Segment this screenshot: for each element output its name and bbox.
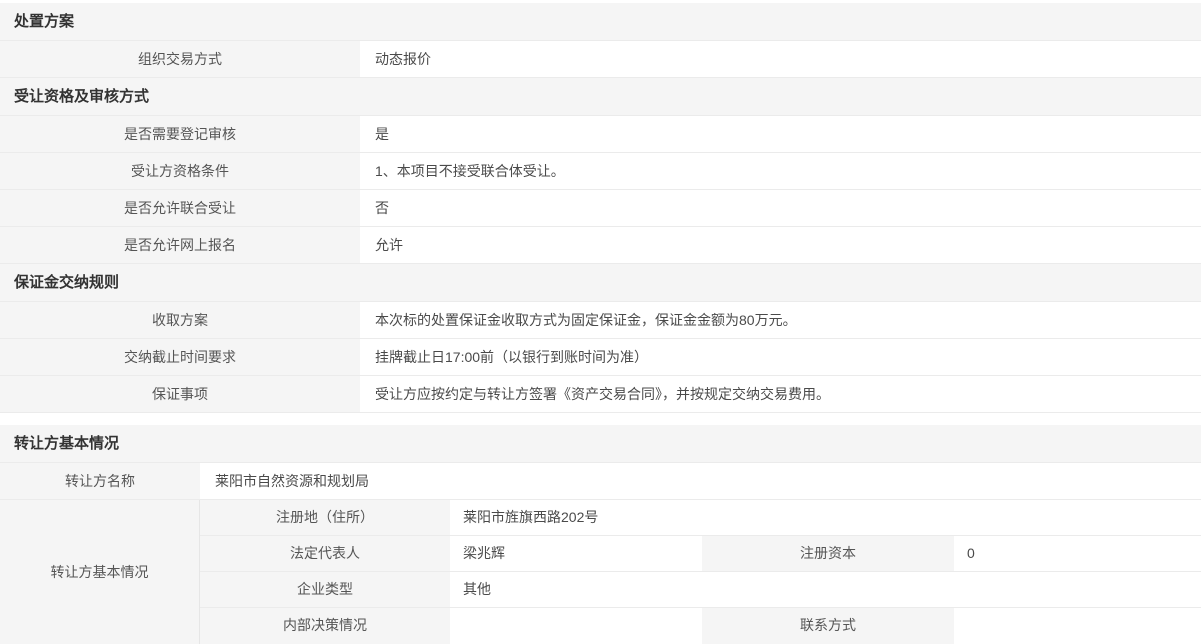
row-value-joint-transfer-allowed: 否 — [360, 190, 1201, 226]
row-label-collection-plan: 收取方案 — [0, 302, 360, 338]
group-label-transferor-basic-info: 转让方基本情况 — [0, 500, 200, 644]
row-label-enterprise-type: 企业类型 — [200, 572, 450, 607]
row-label-guarantee-matters: 保证事项 — [0, 376, 360, 412]
row-label-online-signup-allowed: 是否允许网上报名 — [0, 227, 360, 263]
table-row: 是否允许网上报名 允许 — [0, 227, 1201, 264]
transferor-info-table: 转让方基本情况 转让方名称 莱阳市自然资源和规划局 转让方基本情况 注册地（住所… — [0, 425, 1201, 644]
row-value-registered-capital: 0 — [954, 536, 1201, 571]
row-label-legal-representative: 法定代表人 — [200, 536, 450, 571]
row-value-transferee-qualification-conditions: 1、本项目不接受联合体受让。 — [360, 153, 1201, 189]
row-value-payment-deadline: 挂牌截止日17:00前（以银行到账时间为准） — [360, 339, 1201, 375]
row-value-guarantee-matters: 受让方应按约定与转让方签署《资产交易合同》，并按规定交纳交易费用。 — [360, 376, 1201, 412]
table-row: 内部决策情况 联系方式 — [200, 608, 1201, 644]
disposal-info-table: 处置方案 组织交易方式 动态报价 受让资格及审核方式 是否需要登记审核 是 受让… — [0, 3, 1201, 413]
row-value-collection-plan: 本次标的处置保证金收取方式为固定保证金，保证金金额为80万元。 — [360, 302, 1201, 338]
row-value-enterprise-type: 其他 — [450, 572, 1201, 607]
row-value-registration-review-required: 是 — [360, 116, 1201, 152]
row-label-internal-decision: 内部决策情况 — [200, 608, 450, 644]
row-label-payment-deadline: 交纳截止时间要求 — [0, 339, 360, 375]
table-row: 是否需要登记审核 是 — [0, 116, 1201, 153]
table-row: 保证事项 受让方应按约定与转让方签署《资产交易合同》，并按规定交纳交易费用。 — [0, 376, 1201, 413]
row-value-registered-address: 莱阳市旌旗西路202号 — [450, 500, 1201, 535]
transferor-detail-group: 转让方基本情况 注册地（住所） 莱阳市旌旗西路202号 法定代表人 梁兆辉 注册… — [0, 500, 1201, 644]
table-row: 收取方案 本次标的处置保证金收取方式为固定保证金，保证金金额为80万元。 — [0, 302, 1201, 339]
section-header-transferee-qualification: 受让资格及审核方式 — [0, 78, 1201, 116]
row-value-legal-representative: 梁兆辉 — [450, 536, 702, 571]
row-label-transferee-qualification-conditions: 受让方资格条件 — [0, 153, 360, 189]
table-row: 交纳截止时间要求 挂牌截止日17:00前（以银行到账时间为准） — [0, 339, 1201, 376]
row-label-organize-trade-method: 组织交易方式 — [0, 41, 360, 77]
row-value-contact-info — [954, 608, 1201, 644]
section-header-deposit-rules: 保证金交纳规则 — [0, 264, 1201, 302]
row-label-joint-transfer-allowed: 是否允许联合受让 — [0, 190, 360, 226]
table-row: 法定代表人 梁兆辉 注册资本 0 — [200, 536, 1201, 572]
table-row: 转让方名称 莱阳市自然资源和规划局 — [0, 463, 1201, 500]
row-value-transferor-name: 莱阳市自然资源和规划局 — [200, 463, 1201, 499]
row-label-registered-address: 注册地（住所） — [200, 500, 450, 535]
section-header-disposal-plan: 处置方案 — [0, 3, 1201, 41]
table-row: 是否允许联合受让 否 — [0, 190, 1201, 227]
table-row: 注册地（住所） 莱阳市旌旗西路202号 — [200, 500, 1201, 536]
asset-transaction-detail-page: 处置方案 组织交易方式 动态报价 受让资格及审核方式 是否需要登记审核 是 受让… — [0, 3, 1201, 644]
row-label-contact-info: 联系方式 — [702, 608, 954, 644]
section-header-transferor-basic-info: 转让方基本情况 — [0, 425, 1201, 463]
transferor-detail-rows: 注册地（住所） 莱阳市旌旗西路202号 法定代表人 梁兆辉 注册资本 0 企业类… — [200, 500, 1201, 644]
row-value-online-signup-allowed: 允许 — [360, 227, 1201, 263]
table-row: 受让方资格条件 1、本项目不接受联合体受让。 — [0, 153, 1201, 190]
row-label-transferor-name: 转让方名称 — [0, 463, 200, 499]
table-row: 组织交易方式 动态报价 — [0, 41, 1201, 78]
row-value-organize-trade-method: 动态报价 — [360, 41, 1201, 77]
table-row: 企业类型 其他 — [200, 572, 1201, 608]
row-value-internal-decision — [450, 608, 702, 644]
row-label-registered-capital: 注册资本 — [702, 536, 954, 571]
row-label-registration-review-required: 是否需要登记审核 — [0, 116, 360, 152]
